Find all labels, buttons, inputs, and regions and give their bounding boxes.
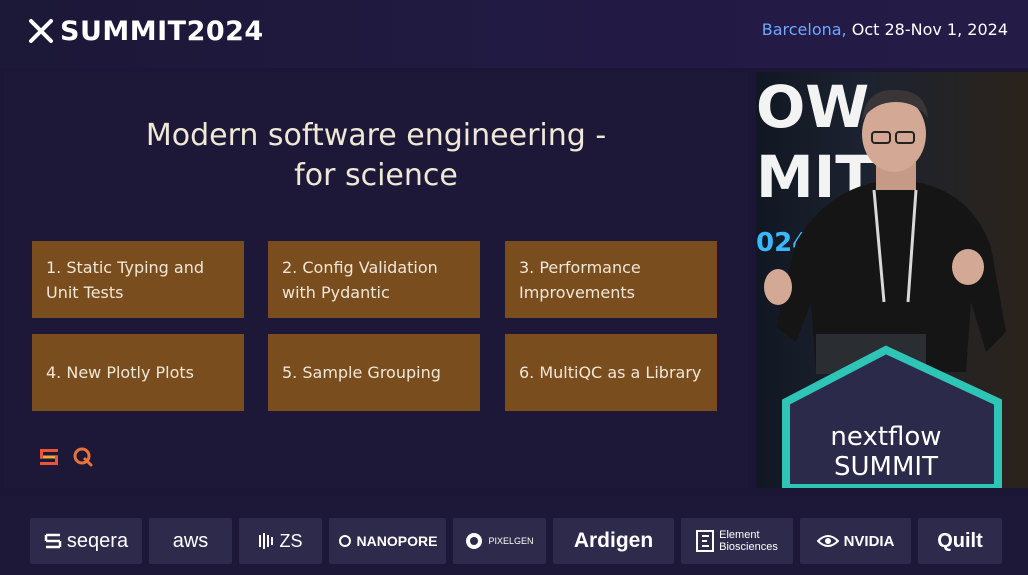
topic-card-1: 1. Static Typing and Unit Tests <box>32 241 244 318</box>
topic-card-6: 6. MultiQC as a Library <box>505 334 717 411</box>
sponsor-name: Quilt <box>937 529 983 552</box>
multiqc-icon <box>73 447 93 467</box>
sponsor-name: PIXELGEN <box>488 536 534 546</box>
speaker-video: OW MIT 024 nextflow SUMMIT <box>756 72 1028 488</box>
nanopore-logo-icon <box>338 534 352 548</box>
logo-text: SUMMIT2024 <box>60 15 264 47</box>
sponsor-name: ZS <box>279 530 303 551</box>
topic-card-line: 6. MultiQC as a Library <box>519 363 702 382</box>
topic-card-5: 5. Sample Grouping <box>268 334 480 411</box>
sponsor-element: Element Biosciences <box>681 518 793 564</box>
topic-card-line: with Pydantic <box>282 282 390 302</box>
sponsor-nvidia: NVIDIA <box>800 518 911 564</box>
sponsor-bar: seqera aws ZS NANOPORE PIXELGEN Ardigen … <box>0 496 1028 575</box>
topic-card-2: 2. Config Validation with Pydantic <box>268 241 480 318</box>
topic-card-3: 3. Performance Improvements <box>505 241 717 318</box>
event-dates: Oct 28-Nov 1, 2024 <box>846 20 1008 39</box>
sponsor-quilt: Quilt <box>918 518 1002 564</box>
sponsor-name: aws <box>172 529 209 552</box>
sponsor-name-line: Biosciences <box>719 541 778 553</box>
pixelgen-logo-icon <box>465 532 483 550</box>
x-logo-icon <box>29 19 53 43</box>
nvidia-eye-icon <box>816 534 839 548</box>
sponsor-aws: aws <box>149 518 232 564</box>
topic-card-line: 2. Config Validation <box>282 257 438 277</box>
topic-card-line: 4. New Plotly Plots <box>46 363 194 382</box>
seqera-icon <box>40 449 58 465</box>
topic-card-line: Improvements <box>519 282 635 302</box>
seqera-logo-icon <box>44 532 62 550</box>
sponsor-name: NANOPORE <box>356 533 438 549</box>
slide-title-line-1: Modern software engineering - <box>145 118 607 153</box>
header-bar: SUMMIT2024 Barcelona, Oct 28-Nov 1, 2024 <box>0 0 1028 68</box>
sponsor-ardigen: Ardigen <box>553 518 674 564</box>
podium-line-2: SUMMIT <box>834 452 938 482</box>
zs-logo-icon <box>258 531 274 551</box>
sponsor-name-line: Element <box>719 529 760 541</box>
event-info: Barcelona, Oct 28-Nov 1, 2024 <box>762 20 1008 39</box>
topic-card-line: 3. Performance <box>519 257 641 277</box>
topic-card-line: 1. Static Typing and <box>46 257 205 277</box>
podium-line-1: nextflow <box>830 422 942 452</box>
sponsor-name: seqera <box>66 529 129 552</box>
sponsor-name: Ardigen <box>573 529 654 552</box>
sponsor-name: NVIDIA <box>843 532 895 550</box>
summit-logo: SUMMIT2024 <box>28 14 264 48</box>
presentation-slide: Modern software engineering - for scienc… <box>4 72 748 488</box>
sponsor-zs: ZS <box>239 518 322 564</box>
slide-title: Modern software engineering - for scienc… <box>4 116 748 196</box>
slide-title-line-2: for science <box>294 158 458 193</box>
slide-footer-icons <box>38 446 94 468</box>
topic-card-line: 5. Sample Grouping <box>282 363 441 382</box>
podium-sign: nextflow SUMMIT <box>786 422 986 482</box>
sponsor-seqera: seqera <box>30 518 142 564</box>
sponsor-nanopore: NANOPORE <box>329 518 446 564</box>
topic-card-4: 4. New Plotly Plots <box>32 334 244 411</box>
event-city: Barcelona, <box>761 20 847 39</box>
topic-card-line: Unit Tests <box>46 282 124 302</box>
sponsor-pixelgen: PIXELGEN <box>453 518 546 564</box>
element-logo-icon <box>696 530 715 552</box>
